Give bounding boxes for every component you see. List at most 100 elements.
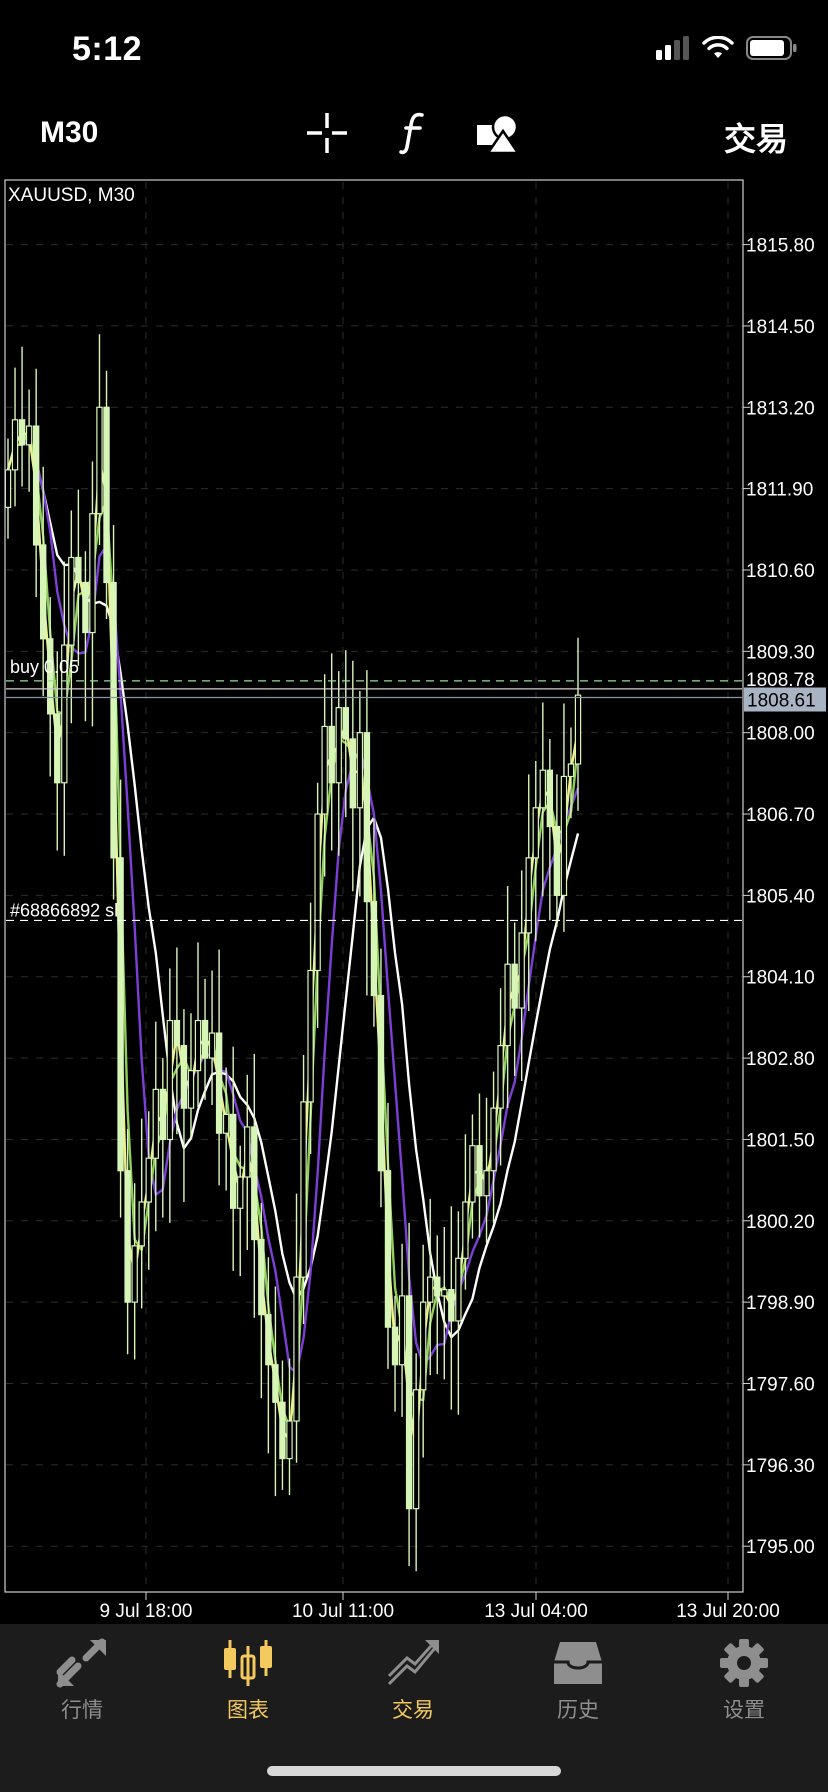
candle-body-down <box>32 425 40 546</box>
quotes-icon <box>56 1638 106 1688</box>
candle-body-up <box>307 969 314 1103</box>
nav-quotes[interactable]: 行情 <box>22 1638 142 1724</box>
candle-body-up <box>300 1101 307 1278</box>
candle-body-up <box>574 694 582 765</box>
candle-body-up <box>68 556 75 646</box>
candle-body-down <box>384 1170 392 1328</box>
candle-body-down <box>363 732 371 903</box>
candle-body-down <box>553 825 561 896</box>
price-label: 1811.90 <box>746 480 813 501</box>
candle-body-up <box>419 1301 427 1391</box>
time-label: 10 Jul 11:00 <box>292 1601 394 1622</box>
nav-chart[interactable]: 图表 <box>188 1638 308 1724</box>
candle <box>363 670 371 996</box>
candle-body-down <box>173 1019 181 1047</box>
nav-history[interactable]: 历史 <box>518 1638 638 1724</box>
candle-body-down <box>201 1019 209 1059</box>
candle <box>251 1053 258 1318</box>
timeframe-button[interactable]: M30 <box>40 116 98 150</box>
sl-line-label: #68866892 sl <box>10 900 118 920</box>
candle <box>532 760 539 942</box>
status-icons <box>656 36 798 60</box>
chart-canvas[interactable]: buy 0.05 #68866892 sl 1815.80 1814.50 1813.… <box>0 176 828 1624</box>
price-label: 1809.30 <box>746 642 815 663</box>
axes: 1815.80 1814.50 1813.20 1811.90 1810.60 1809.… <box>100 236 826 1622</box>
candle <box>215 949 223 1186</box>
current-price-tag: 1808.61 <box>747 691 816 712</box>
candle-body-up <box>131 1245 138 1303</box>
shapes-icon[interactable] <box>474 108 522 158</box>
candle-body-down <box>272 1364 279 1403</box>
candle-body-down <box>180 1044 188 1109</box>
chart-toolbar: M30 交易 <box>0 100 828 176</box>
candle <box>152 1021 159 1232</box>
candle <box>75 489 82 666</box>
history-icon <box>554 1642 602 1684</box>
candle <box>138 1118 145 1309</box>
nav-trade[interactable]: 交易 <box>353 1638 473 1724</box>
candle <box>342 650 349 818</box>
candle-body-up <box>89 513 96 634</box>
battery-icon <box>746 36 797 60</box>
candle-body-up <box>518 932 525 1009</box>
candle-body-down <box>54 713 61 784</box>
nav-chart-label: 图表 <box>227 1699 269 1722</box>
candle-body-down <box>18 419 26 446</box>
candle <box>194 942 202 1108</box>
candle <box>96 334 103 545</box>
status-time: 5:12 <box>72 30 143 68</box>
candle <box>356 690 364 897</box>
candle-body-up <box>286 1420 293 1460</box>
candle-body-up <box>152 1088 159 1159</box>
candle-body-down <box>377 994 385 1172</box>
candle-body-up <box>4 469 12 509</box>
trade-icon <box>387 1640 439 1686</box>
candle <box>504 886 511 1109</box>
candle <box>11 367 19 507</box>
candle <box>82 551 89 722</box>
candle-body-down <box>124 1170 131 1303</box>
candle-body-down <box>391 1326 399 1366</box>
candle-body-down <box>110 581 117 859</box>
candle-body-up <box>469 1145 476 1203</box>
candle <box>18 346 26 487</box>
candle <box>398 1243 406 1417</box>
candle <box>455 1211 462 1415</box>
candle-body-up <box>539 769 547 809</box>
nav-trade-label: 交易 <box>392 1699 434 1722</box>
gear-icon <box>720 1639 768 1687</box>
candle-body-up <box>96 406 103 515</box>
candle <box>574 637 582 811</box>
candle-body-down <box>215 1032 223 1134</box>
price-label: 1797.60 <box>746 1374 815 1395</box>
nav-settings[interactable]: 设置 <box>684 1638 804 1724</box>
toolbar-trade-button[interactable]: 交易 <box>724 114 788 160</box>
crosshair-icon[interactable] <box>302 108 352 158</box>
candle <box>258 1203 265 1399</box>
chart-icon <box>224 1640 272 1686</box>
status-bar: 5:12 <box>0 0 828 100</box>
candle <box>553 774 561 927</box>
candle-body-down <box>448 1289 455 1322</box>
candle <box>321 674 328 877</box>
candle-body-up <box>335 707 342 784</box>
candle-body-up <box>222 1113 230 1134</box>
candle-body-up <box>314 813 321 972</box>
price-label: 1814.50 <box>746 317 815 338</box>
candle <box>349 660 357 892</box>
candle-body-down <box>279 1401 286 1460</box>
price-chart[interactable]: buy 0.05 #68866892 sl 1815.80 1814.50 1813.… <box>0 176 828 1624</box>
price-label: 1806.70 <box>746 805 815 826</box>
candle <box>32 368 40 598</box>
candle-body-down <box>349 738 357 809</box>
time-label: 9 Jul 18:00 <box>100 1601 193 1622</box>
price-label: 1805.40 <box>746 886 815 907</box>
function-icon[interactable] <box>394 108 434 158</box>
candle-body-up <box>504 963 511 1047</box>
symbol-label: XAUUSD, M30 <box>8 185 135 206</box>
price-label: 1815.80 <box>746 236 815 257</box>
candle-body-up <box>145 1157 152 1203</box>
candle <box>539 702 547 897</box>
price-label: 1802.80 <box>746 1049 815 1070</box>
candle-body-up <box>560 775 568 896</box>
